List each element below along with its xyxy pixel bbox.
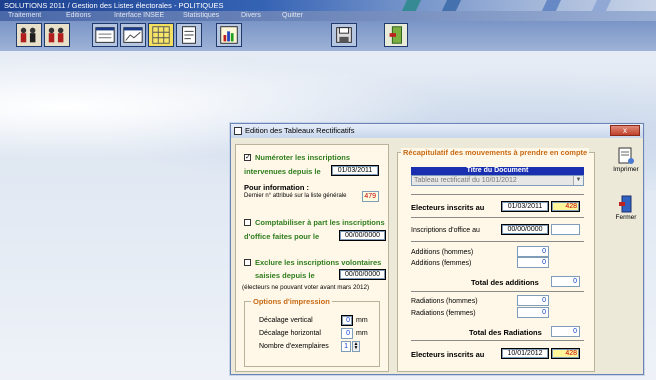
electeurs-final-label: Electeurs inscrits au: [411, 350, 485, 359]
copies-spinner[interactable]: ▲ ▼: [352, 341, 360, 352]
inscriptions-office-date[interactable]: 00/00/0000: [501, 224, 549, 235]
additions-femmes-label: Additions (femmes): [411, 260, 472, 267]
doc-title-header: Titre du Document: [411, 167, 584, 175]
print-document-icon: [618, 147, 634, 164]
numeroter-date-field[interactable]: 01/03/2011: [331, 165, 379, 176]
form-icon[interactable]: [176, 23, 202, 47]
radiations-hommes-value: 0: [517, 295, 549, 306]
inscriptions-office-label: Inscriptions d'office au: [411, 227, 480, 234]
people-icon[interactable]: [44, 23, 70, 47]
exclure-date-field[interactable]: 00/00/0000: [339, 269, 386, 280]
print-button-label: Imprimer: [613, 166, 639, 173]
info-heading: Pour information :: [244, 183, 309, 192]
bar-chart-icon[interactable]: [216, 23, 242, 47]
comptabiliser-checkbox[interactable]: [244, 219, 251, 226]
menu-quitter[interactable]: Quitter: [282, 11, 303, 21]
left-panel: ✓ Numéroter les inscriptions intervenues…: [235, 144, 389, 372]
exclure-label: Exclure les inscriptions volontaires: [255, 258, 382, 267]
total-additions-label: Total des additions: [471, 278, 539, 287]
exit-door-icon[interactable]: [384, 23, 408, 47]
horizontal-unit: mm: [356, 330, 368, 337]
inscriptions-office-count: [551, 224, 580, 235]
horizontal-offset-field[interactable]: 0: [341, 328, 353, 339]
exclure-note: (électeurs ne pouvant voter avant mars 2…: [242, 284, 370, 291]
doc-title-select[interactable]: Tableau rectificatif du 10/01/2012 ▼: [411, 175, 584, 186]
radiations-hommes-label: Radiations (hommes): [411, 298, 478, 305]
electeurs-inscrits-date[interactable]: 01/03/2011: [501, 201, 549, 212]
numeroter-label-2: intervenues depuis le: [244, 167, 321, 176]
dialog-window-icon: [234, 127, 242, 135]
total-radiations-label: Total des Radiations: [469, 328, 542, 337]
vertical-offset-field[interactable]: 0: [341, 315, 353, 326]
people-icon[interactable]: [16, 23, 42, 47]
chart-window-icon[interactable]: [120, 23, 146, 47]
chevron-down-icon[interactable]: ▼: [573, 176, 583, 185]
separator: [411, 340, 584, 341]
copies-label: Nombre d'exemplaires: [259, 343, 329, 350]
comptabiliser-label: Comptabiliser à part les inscriptions: [255, 218, 385, 227]
close-button-label: Fermer: [615, 214, 637, 221]
radiations-femmes-value: 0: [517, 307, 549, 318]
exit-door-icon: [619, 195, 632, 213]
dialog-tableaux-rectificatifs: Edition des Tableaux Rectificatifs x ✓ N…: [230, 123, 644, 375]
numeroter-checkbox[interactable]: ✓: [244, 154, 251, 161]
additions-hommes-value: 0: [517, 246, 549, 257]
comptabiliser-date-field[interactable]: 00/00/0000: [339, 230, 386, 241]
grid-icon[interactable]: [148, 23, 174, 47]
app-title: SOLUTIONS 2011 / Gestion des Listes élec…: [4, 1, 224, 10]
total-additions-value: 0: [551, 276, 580, 287]
info-text: Dernier n° attribué sur la liste général…: [244, 193, 347, 199]
print-button[interactable]: Imprimer: [612, 146, 640, 182]
additions-hommes-label: Additions (hommes): [411, 249, 474, 256]
comptabiliser-label-2: d'office faites pour le: [244, 232, 320, 241]
dialog-title: Edition des Tableaux Rectificatifs: [245, 126, 355, 135]
separator: [411, 241, 584, 242]
printer-icon[interactable]: [331, 23, 357, 47]
electeurs-final-count: 428: [551, 348, 580, 359]
menu-statistiques[interactable]: Statistiques: [183, 11, 219, 21]
separator: [411, 217, 584, 218]
electeurs-inscrits-count: 428: [551, 201, 580, 212]
vertical-offset-label: Décalage vertical: [259, 317, 313, 324]
horizontal-offset-label: Décalage horizontal: [259, 330, 321, 337]
close-button[interactable]: Fermer: [612, 194, 640, 230]
vertical-unit: mm: [356, 317, 368, 324]
menu-divers[interactable]: Divers: [241, 11, 261, 21]
dialog-title-bar: Edition des Tableaux Rectificatifs x: [231, 124, 643, 138]
additions-femmes-value: 0: [517, 257, 549, 268]
close-icon[interactable]: x: [610, 125, 640, 136]
menu-editions[interactable]: Editions: [66, 11, 91, 21]
print-options-legend: Options d'impression: [251, 297, 332, 306]
electeurs-inscrits-label: Electeurs inscrits au: [411, 203, 485, 212]
total-radiations-value: 0: [551, 326, 580, 337]
radiations-femmes-label: Radiations (femmes): [411, 310, 476, 317]
separator: [411, 291, 584, 292]
doc-title-value: Tableau rectificatif du 10/01/2012: [414, 177, 517, 184]
copies-field[interactable]: 1: [341, 341, 351, 352]
menu-interface-insee[interactable]: Interface INSEE: [114, 11, 164, 21]
menu-traitement[interactable]: Traitement: [8, 11, 41, 21]
electeurs-final-date[interactable]: 10/01/2012: [501, 348, 549, 359]
separator: [411, 194, 584, 195]
print-options-group: Options d'impression Décalage vertical 0…: [244, 297, 380, 367]
exclure-checkbox[interactable]: [244, 259, 251, 266]
exclure-label-2: saisies depuis le: [255, 271, 315, 280]
window-icon[interactable]: [92, 23, 118, 47]
menu-bar: Traitement Editions Interface INSEE Stat…: [0, 11, 656, 21]
last-number-value: 479: [362, 191, 379, 202]
toolbar: [0, 21, 656, 51]
numeroter-label: Numéroter les inscriptions: [255, 153, 351, 162]
recap-legend: Récapitulatif des mouvements à prendre e…: [401, 148, 590, 157]
